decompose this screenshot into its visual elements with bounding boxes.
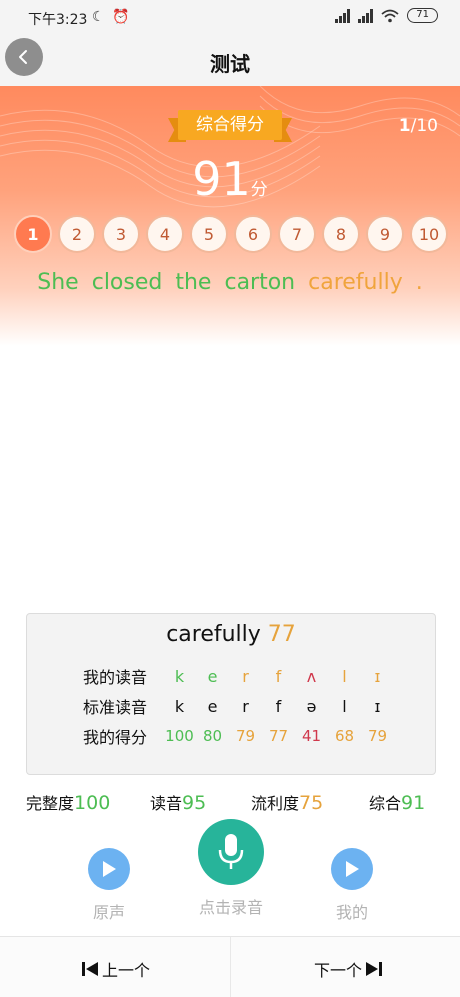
standard-phoneme: l — [342, 696, 347, 716]
standard-phoneme: e — [207, 696, 218, 716]
header-bar: 测试 — [0, 36, 460, 86]
phoneme-score: 77 — [268, 727, 289, 745]
play-icon — [103, 861, 116, 877]
question-bubble-3[interactable]: 3 — [102, 215, 140, 253]
original-audio-label: 原声 — [92, 903, 125, 922]
my-phoneme: ɪ — [374, 666, 381, 686]
play-icon — [346, 861, 359, 877]
record-button[interactable] — [198, 819, 264, 885]
status-time: 下午3:23 — [28, 12, 88, 28]
standard-phoneme: f — [275, 696, 282, 716]
word-heading: carefully 77 — [27, 622, 435, 647]
my-phoneme: f — [275, 666, 282, 686]
my-score-row: 我的得分 100 80 79 77 41 68 79 — [83, 724, 394, 748]
sentence-word[interactable]: carton — [224, 270, 295, 295]
score-badge-label: 综合得分 — [178, 110, 282, 140]
total-score: 91分 — [0, 152, 460, 206]
sentence-word[interactable]: carefully — [308, 270, 403, 295]
skip-previous-icon — [82, 962, 98, 976]
question-bubble-2[interactable]: 2 — [58, 215, 96, 253]
original-audio-action[interactable]: 原声 — [68, 848, 150, 923]
skip-next-icon — [366, 962, 383, 976]
word-text: carefully — [166, 622, 261, 647]
score-value: 91 — [192, 152, 251, 206]
standard-phoneme: ə — [306, 696, 317, 716]
question-bubble-4[interactable]: 4 — [146, 215, 184, 253]
my-phoneme: r — [242, 666, 249, 686]
bottom-navigation: 上一个 下一个 — [0, 936, 460, 997]
alarm-icon: ⏰ — [112, 9, 130, 25]
word-detail-card: carefully 77 我的读音 k e r f ʌ l ɪ 标准读音 k e r f ə l ɪ 我… — [26, 613, 436, 775]
moon-icon: ☾ — [92, 9, 105, 25]
standard-phoneme: k — [174, 696, 185, 716]
my-phoneme: l — [342, 666, 347, 686]
question-bubble-10[interactable]: 10 — [410, 215, 448, 253]
previous-button[interactable]: 上一个 — [81, 957, 150, 981]
my-pronunciation-label: 我的读音 — [83, 668, 148, 687]
my-pronunciation-row: 我的读音 k e r f ʌ l ɪ — [83, 664, 394, 688]
my-phoneme: e — [207, 666, 218, 686]
metric-pronunciation: 读音95 — [150, 792, 207, 814]
phoneme-score: 68 — [334, 727, 355, 745]
metric-overall: 综合91 — [369, 792, 426, 814]
metric-fluency: 流利度75 — [251, 792, 324, 814]
next-label: 下一个 — [314, 961, 363, 980]
score-unit: 分 — [250, 180, 268, 200]
phoneme-score: 79 — [367, 727, 388, 745]
record-label: 点击录音 — [198, 898, 263, 917]
phoneme-score: 41 — [301, 727, 322, 745]
page-title: 测试 — [210, 52, 250, 76]
standard-phoneme: ɪ — [374, 696, 381, 716]
phoneme-score: 80 — [202, 727, 223, 745]
signal-icon — [358, 8, 374, 23]
record-action[interactable]: 点击录音 — [188, 819, 274, 918]
next-button[interactable]: 下一个 — [314, 957, 383, 981]
my-phoneme: ʌ — [306, 666, 317, 686]
question-navigator: 1 2 3 4 5 6 7 8 9 10 — [14, 215, 448, 253]
phoneme-score: 100 — [165, 727, 194, 745]
battery-indicator: 71 — [407, 8, 438, 23]
question-progress: 1/10 — [398, 116, 438, 136]
sentence-word[interactable]: closed — [92, 270, 163, 295]
question-bubble-9[interactable]: 9 — [366, 215, 404, 253]
question-bubble-6[interactable]: 6 — [234, 215, 272, 253]
wifi-icon — [381, 9, 399, 22]
sentence-word[interactable]: She — [37, 270, 78, 295]
play-mine-button[interactable] — [331, 848, 373, 890]
question-bubble-7[interactable]: 7 — [278, 215, 316, 253]
standard-pronunciation-label: 标准读音 — [83, 698, 148, 717]
score-badge: 综合得分 — [168, 110, 292, 144]
sentence-word[interactable]: the — [175, 270, 211, 295]
my-phoneme: k — [174, 666, 185, 686]
play-original-button[interactable] — [88, 848, 130, 890]
status-icons: 71 — [335, 8, 438, 23]
question-bubble-5[interactable]: 5 — [190, 215, 228, 253]
phoneme-score: 79 — [235, 727, 256, 745]
my-score-label: 我的得分 — [83, 728, 148, 747]
word-score: 77 — [267, 622, 296, 647]
question-bubble-1[interactable]: 1 — [14, 215, 52, 253]
metric-completeness: 完整度100 — [26, 792, 111, 814]
sentence-word[interactable]: . — [416, 270, 423, 295]
question-bubble-8[interactable]: 8 — [322, 215, 360, 253]
signal-icon — [335, 8, 351, 23]
my-recording-action[interactable]: 我的 — [311, 848, 393, 923]
evaluated-sentence: She closed the carton carefully . — [0, 270, 460, 295]
microphone-icon — [218, 834, 244, 869]
my-recording-label: 我的 — [335, 903, 368, 922]
result-panel: 综合得分 1/10 91分 1 2 3 4 5 6 7 8 9 10 She closed the… — [0, 86, 460, 346]
previous-label: 上一个 — [102, 961, 151, 980]
status-bar: 下午3:23 ☾ ⏰ 71 — [0, 0, 460, 36]
standard-pronunciation-row: 标准读音 k e r f ə l ɪ — [83, 694, 394, 718]
standard-phoneme: r — [242, 696, 249, 716]
